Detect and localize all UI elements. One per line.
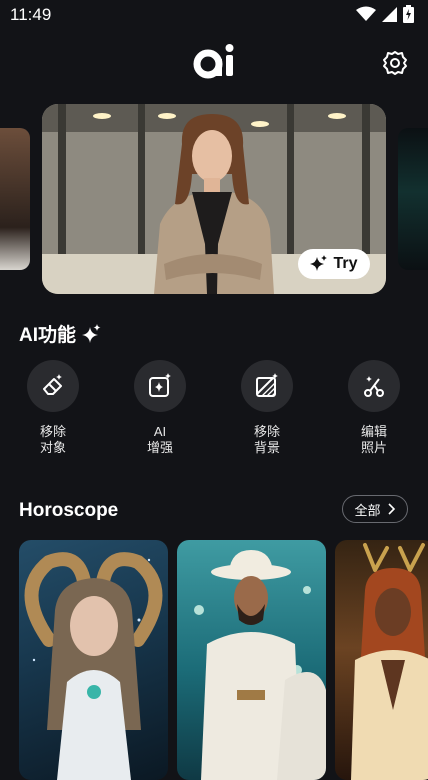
carousel-card-previous[interactable] bbox=[0, 128, 30, 270]
aries-portrait-image bbox=[24, 552, 163, 780]
banner-card[interactable]: Try bbox=[42, 104, 386, 294]
enhance-sparkle-icon bbox=[149, 373, 171, 397]
horoscope-cards[interactable] bbox=[0, 540, 428, 780]
try-label: Try bbox=[333, 255, 358, 272]
sagittarius-portrait-image bbox=[194, 550, 326, 780]
eraser-sparkle-icon bbox=[43, 374, 62, 395]
try-button[interactable]: Try bbox=[298, 249, 370, 279]
feature-icon-circle bbox=[27, 360, 79, 412]
feature-label: 移除 对象 bbox=[39, 424, 66, 455]
feature-edit-photo[interactable]: 编辑 照片 bbox=[329, 360, 419, 456]
status-time: 11:49 bbox=[10, 5, 52, 24]
view-all-label: 全部 bbox=[354, 502, 381, 518]
sparkles-icon bbox=[82, 323, 101, 343]
feature-ai-enhance[interactable]: AI 增强 bbox=[115, 360, 205, 456]
ai-features-row: 移除 对象 AI 增强 移除 背景 编辑 照片 bbox=[0, 360, 428, 460]
feature-icon-circle bbox=[348, 360, 400, 412]
top-bar bbox=[0, 40, 428, 86]
status-bar: 11:49 bbox=[0, 0, 428, 30]
signal-icon bbox=[382, 6, 397, 22]
remove-background-icon bbox=[256, 373, 278, 397]
ai-features-title: AI功能 bbox=[19, 325, 77, 346]
horoscope-card-sagittarius[interactable] bbox=[177, 540, 326, 780]
feature-label: 移除 背景 bbox=[253, 424, 280, 455]
sparkle-icon bbox=[310, 255, 328, 271]
scissors-sparkle-icon bbox=[364, 376, 384, 397]
feature-remove-object[interactable]: 移除 对象 bbox=[8, 360, 98, 456]
banner-carousel[interactable]: Try bbox=[0, 104, 428, 295]
horoscope-card-capricorn[interactable] bbox=[335, 540, 428, 780]
view-all-button[interactable]: 全部 bbox=[342, 495, 408, 523]
feature-icon-circle bbox=[241, 360, 293, 412]
gear-icon[interactable] bbox=[382, 50, 408, 76]
chevron-right-icon bbox=[387, 503, 395, 515]
feature-icon-circle bbox=[134, 360, 186, 412]
wifi-icon bbox=[356, 6, 376, 21]
capricorn-portrait-image bbox=[351, 543, 428, 780]
status-icons bbox=[356, 5, 414, 23]
ai-features-heading: AI功能 bbox=[19, 320, 102, 347]
carousel-card-next[interactable] bbox=[398, 128, 428, 270]
feature-remove-background[interactable]: 移除 背景 bbox=[222, 360, 312, 456]
horoscope-card-aries[interactable] bbox=[19, 540, 168, 780]
feature-label: 编辑 照片 bbox=[360, 424, 387, 455]
horoscope-title: Horoscope bbox=[19, 500, 119, 521]
feature-label: AI 增强 bbox=[146, 424, 173, 455]
app-logo bbox=[193, 44, 234, 79]
battery-icon bbox=[403, 5, 414, 23]
